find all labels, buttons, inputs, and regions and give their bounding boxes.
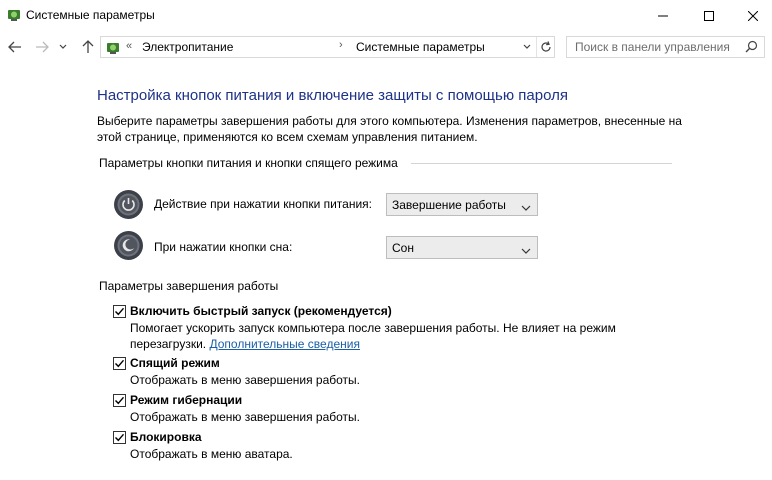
chevron-down-icon <box>521 201 531 215</box>
power-button-action-label: Действие при нажатии кнопки питания: <box>154 197 373 211</box>
select-value: Завершение работы <box>392 198 506 212</box>
forward-button[interactable] <box>32 37 52 57</box>
sleep-button-action-select[interactable]: Сон <box>386 236 538 259</box>
breadcrumb-item[interactable]: Электропитание <box>142 40 233 54</box>
lock-checkbox[interactable] <box>113 431 126 444</box>
section-title: Параметры кнопки питания и кнопки спящег… <box>99 156 398 170</box>
sleep-button-icon <box>113 230 144 261</box>
power-buttons-section-header: Параметры кнопки питания и кнопки спящег… <box>99 156 672 170</box>
chevron-down-icon <box>521 244 531 258</box>
address-dropdown-icon[interactable] <box>519 37 535 57</box>
control-panel-icon <box>105 40 121 56</box>
section-divider <box>411 163 672 164</box>
back-button[interactable] <box>5 37 25 57</box>
search-icon[interactable] <box>745 40 758 56</box>
lock-label[interactable]: Блокировка <box>130 430 202 444</box>
fast-startup-checkbox[interactable] <box>113 305 126 318</box>
page-description: Выберите параметры завершения работы для… <box>97 114 682 144</box>
breadcrumb-overflow[interactable]: « <box>126 40 132 52</box>
sleep-mode-checkbox[interactable] <box>113 357 126 370</box>
minimize-button[interactable] <box>640 0 686 31</box>
search-input[interactable]: Поиск в панели управления <box>566 36 765 58</box>
close-button[interactable] <box>730 0 772 31</box>
power-options-app-icon <box>6 7 22 23</box>
shutdown-settings-section-header: Параметры завершения работы <box>99 279 278 293</box>
sleep-mode-description: Отображать в меню завершения работы. <box>130 373 361 387</box>
more-info-link[interactable]: Дополнительные сведения <box>209 337 359 351</box>
up-button[interactable] <box>78 37 98 57</box>
hibernate-checkbox[interactable] <box>113 394 126 407</box>
navigation-bar: « Электропитание › Системные параметры П… <box>0 33 772 61</box>
title-bar: Системные параметры <box>0 0 772 31</box>
fast-startup-description: Помогает ускорить запуск компьютера посл… <box>130 320 650 352</box>
select-value: Сон <box>392 241 414 255</box>
recent-locations-chevron-icon[interactable] <box>56 37 70 57</box>
description-line-2: перезагрузки. Дополнительные сведения <box>130 336 650 352</box>
power-button-action-select[interactable]: Завершение работы <box>386 193 538 216</box>
sleep-button-action-label: При нажатии кнопки сна: <box>154 240 293 254</box>
section-title: Параметры завершения работы <box>99 279 279 293</box>
maximize-button[interactable] <box>686 0 732 31</box>
window-title: Системные параметры <box>26 8 155 22</box>
power-button-icon <box>113 189 144 220</box>
hibernate-description: Отображать в меню завершения работы. <box>130 410 361 424</box>
description-text: Помогает ускорить запуск компьютера посл… <box>130 321 616 335</box>
breadcrumb-item[interactable]: Системные параметры <box>356 40 485 54</box>
breadcrumb-separator-icon[interactable]: › <box>339 39 343 51</box>
description-text: перезагрузки. <box>130 337 207 351</box>
address-bar[interactable]: « Электропитание › Системные параметры <box>100 36 555 58</box>
page-title: Настройка кнопок питания и включение защ… <box>97 87 568 104</box>
sleep-mode-label[interactable]: Спящий режим <box>130 356 220 370</box>
search-placeholder: Поиск в панели управления <box>575 40 730 54</box>
refresh-icon[interactable] <box>536 37 554 57</box>
fast-startup-label[interactable]: Включить быстрый запуск (рекомендуется) <box>130 304 392 318</box>
lock-description: Отображать в меню аватара. <box>130 447 293 461</box>
hibernate-label[interactable]: Режим гибернации <box>130 393 242 407</box>
